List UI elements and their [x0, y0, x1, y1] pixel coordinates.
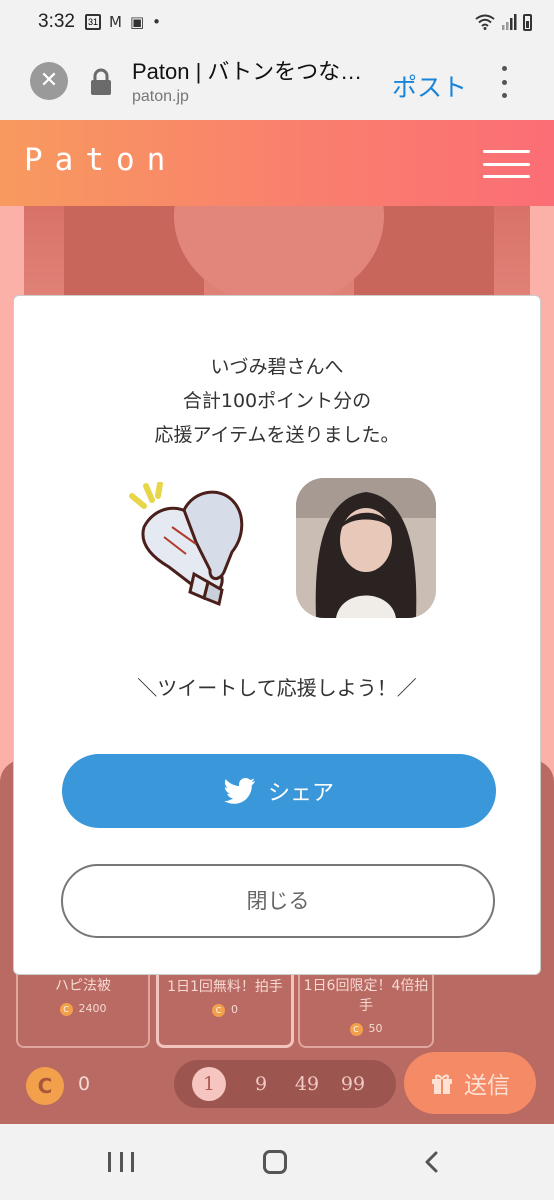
modal-message: いづみ碧さんへ 合計100ポイント分の 応援アイテムを送りました。 — [154, 356, 400, 446]
balance-value: 0 — [78, 1073, 91, 1095]
support-sent-modal: いづみ碧さんへ 合計100ポイント分の 応援アイテムを送りました。 ＼ツイートし… — [13, 295, 541, 975]
gift-icon — [432, 1074, 452, 1094]
hamburger-menu-icon[interactable] — [483, 150, 530, 178]
status-bar: 3:32 31 M ▣ • — [0, 0, 554, 44]
coin-icon: C — [59, 1002, 73, 1016]
coin-icon: C — [212, 1003, 225, 1017]
system-nav-bar — [0, 1124, 554, 1200]
more-options-icon[interactable] — [500, 66, 508, 98]
share-button[interactable]: シェア — [62, 754, 496, 828]
send-button[interactable]: 送信 — [404, 1052, 536, 1114]
recent-apps-icon[interactable] — [108, 1152, 134, 1172]
item-name: 1日1回無料！拍手 — [167, 979, 283, 995]
tweet-prompt: ＼ツイートして応援しよう！／ — [137, 676, 417, 700]
browser-bar: ✕ Paton | バトンをつな… paton.jp ポスト — [0, 44, 554, 120]
back-icon[interactable] — [424, 1151, 438, 1173]
coin-icon: C — [349, 1022, 363, 1036]
dot-icon: • — [152, 13, 161, 31]
balance-coin-icon: C — [26, 1067, 64, 1105]
item-name: 1日6回限定！4倍拍手 — [303, 978, 429, 1014]
send-label: 送信 — [464, 1073, 510, 1099]
item-card-4x-clap[interactable]: 1日6回限定！4倍拍手 C 50 — [298, 966, 434, 1048]
recipient-avatar — [296, 478, 436, 618]
wifi-icon — [475, 14, 495, 30]
close-tab-button[interactable]: ✕ — [30, 62, 68, 100]
share-label: シェア — [267, 781, 334, 806]
item-card-free-clap[interactable]: 1日1回無料！拍手 C0 — [156, 966, 294, 1048]
close-modal-button[interactable]: 閉じる — [61, 864, 495, 938]
item-price: C 2400 — [18, 1002, 148, 1016]
twitter-bird-icon — [223, 778, 255, 804]
status-time: 3:32 — [38, 11, 75, 32]
clapping-hands-icon — [129, 482, 244, 607]
signal-icon — [502, 14, 517, 30]
item-name: ハピ法被 — [55, 978, 111, 994]
post-button[interactable]: ポスト — [392, 68, 467, 104]
lock-icon — [91, 68, 111, 95]
site-logo[interactable]: Paton — [24, 142, 177, 178]
count-option-99[interactable]: 99 — [330, 1073, 376, 1095]
calendar-icon: 31 — [84, 14, 101, 30]
item-price: C 50 — [300, 1022, 432, 1036]
count-option-9[interactable]: 9 — [238, 1073, 284, 1095]
gallery-icon: ▣ — [129, 13, 145, 31]
item-card-happi[interactable]: ハピ法被 C 2400 — [16, 966, 150, 1048]
count-selector: 1 9 49 99 — [174, 1060, 396, 1108]
site-header: Paton — [0, 120, 554, 206]
page-title: Paton | バトンをつな… — [132, 59, 363, 84]
item-price: C0 — [159, 1003, 291, 1017]
home-icon[interactable] — [263, 1150, 287, 1174]
page-url: paton.jp — [132, 88, 189, 105]
gmail-icon: M — [108, 13, 122, 31]
count-option-49[interactable]: 49 — [284, 1073, 330, 1095]
count-option-1[interactable]: 1 — [192, 1067, 226, 1101]
battery-icon — [523, 13, 532, 31]
